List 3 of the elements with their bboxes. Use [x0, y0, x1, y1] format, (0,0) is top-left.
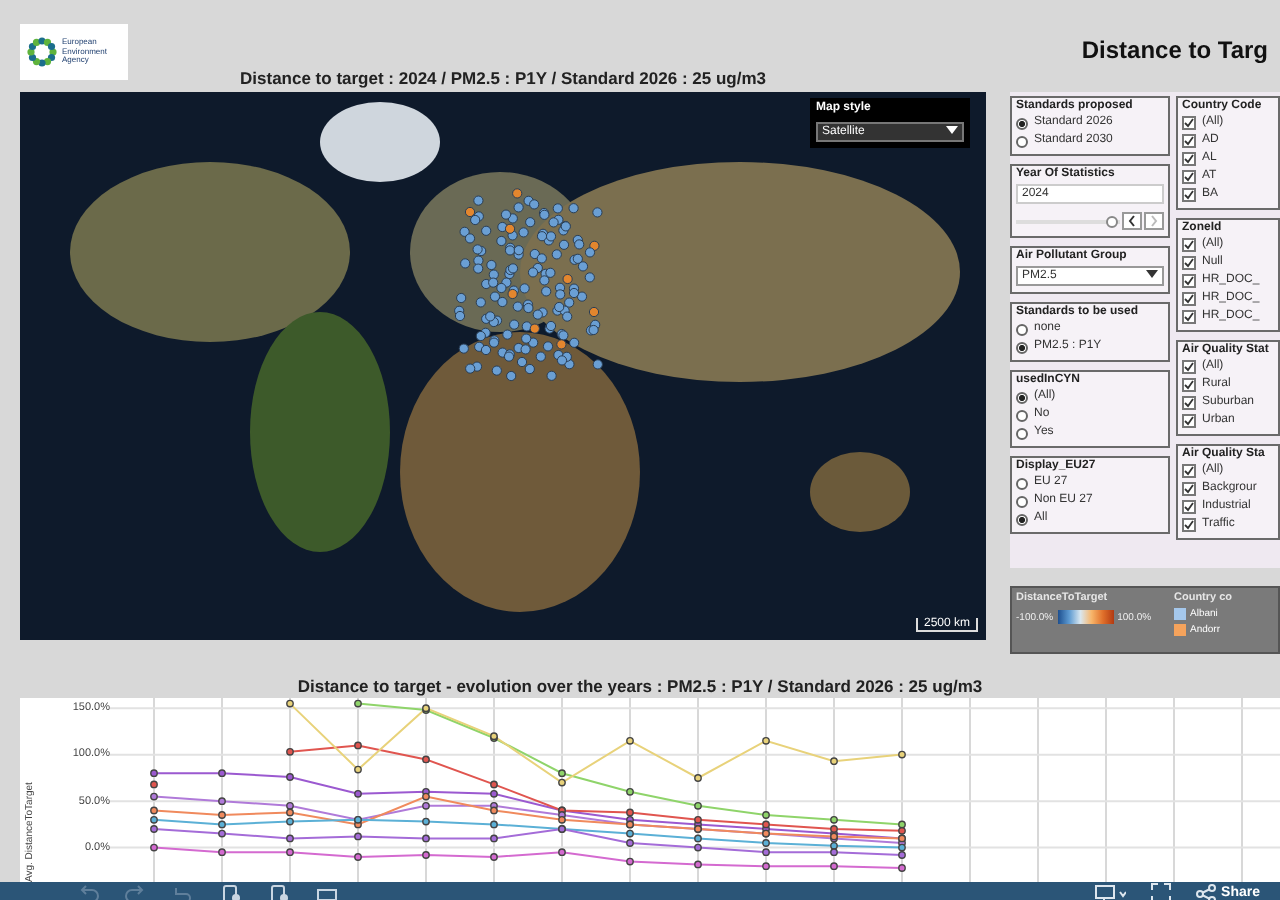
map-title: Distance to target : 2024 / PM2.5 : P1Y / Standard 2026 : 25 ug/m3: [238, 68, 768, 92]
dashboard-title: Distance to Targ: [1081, 36, 1268, 64]
chart-title: Distance to target - evolution over the years : PM2.5 : P1Y / Standard 2026 : 25 ug/m3: [295, 674, 985, 698]
